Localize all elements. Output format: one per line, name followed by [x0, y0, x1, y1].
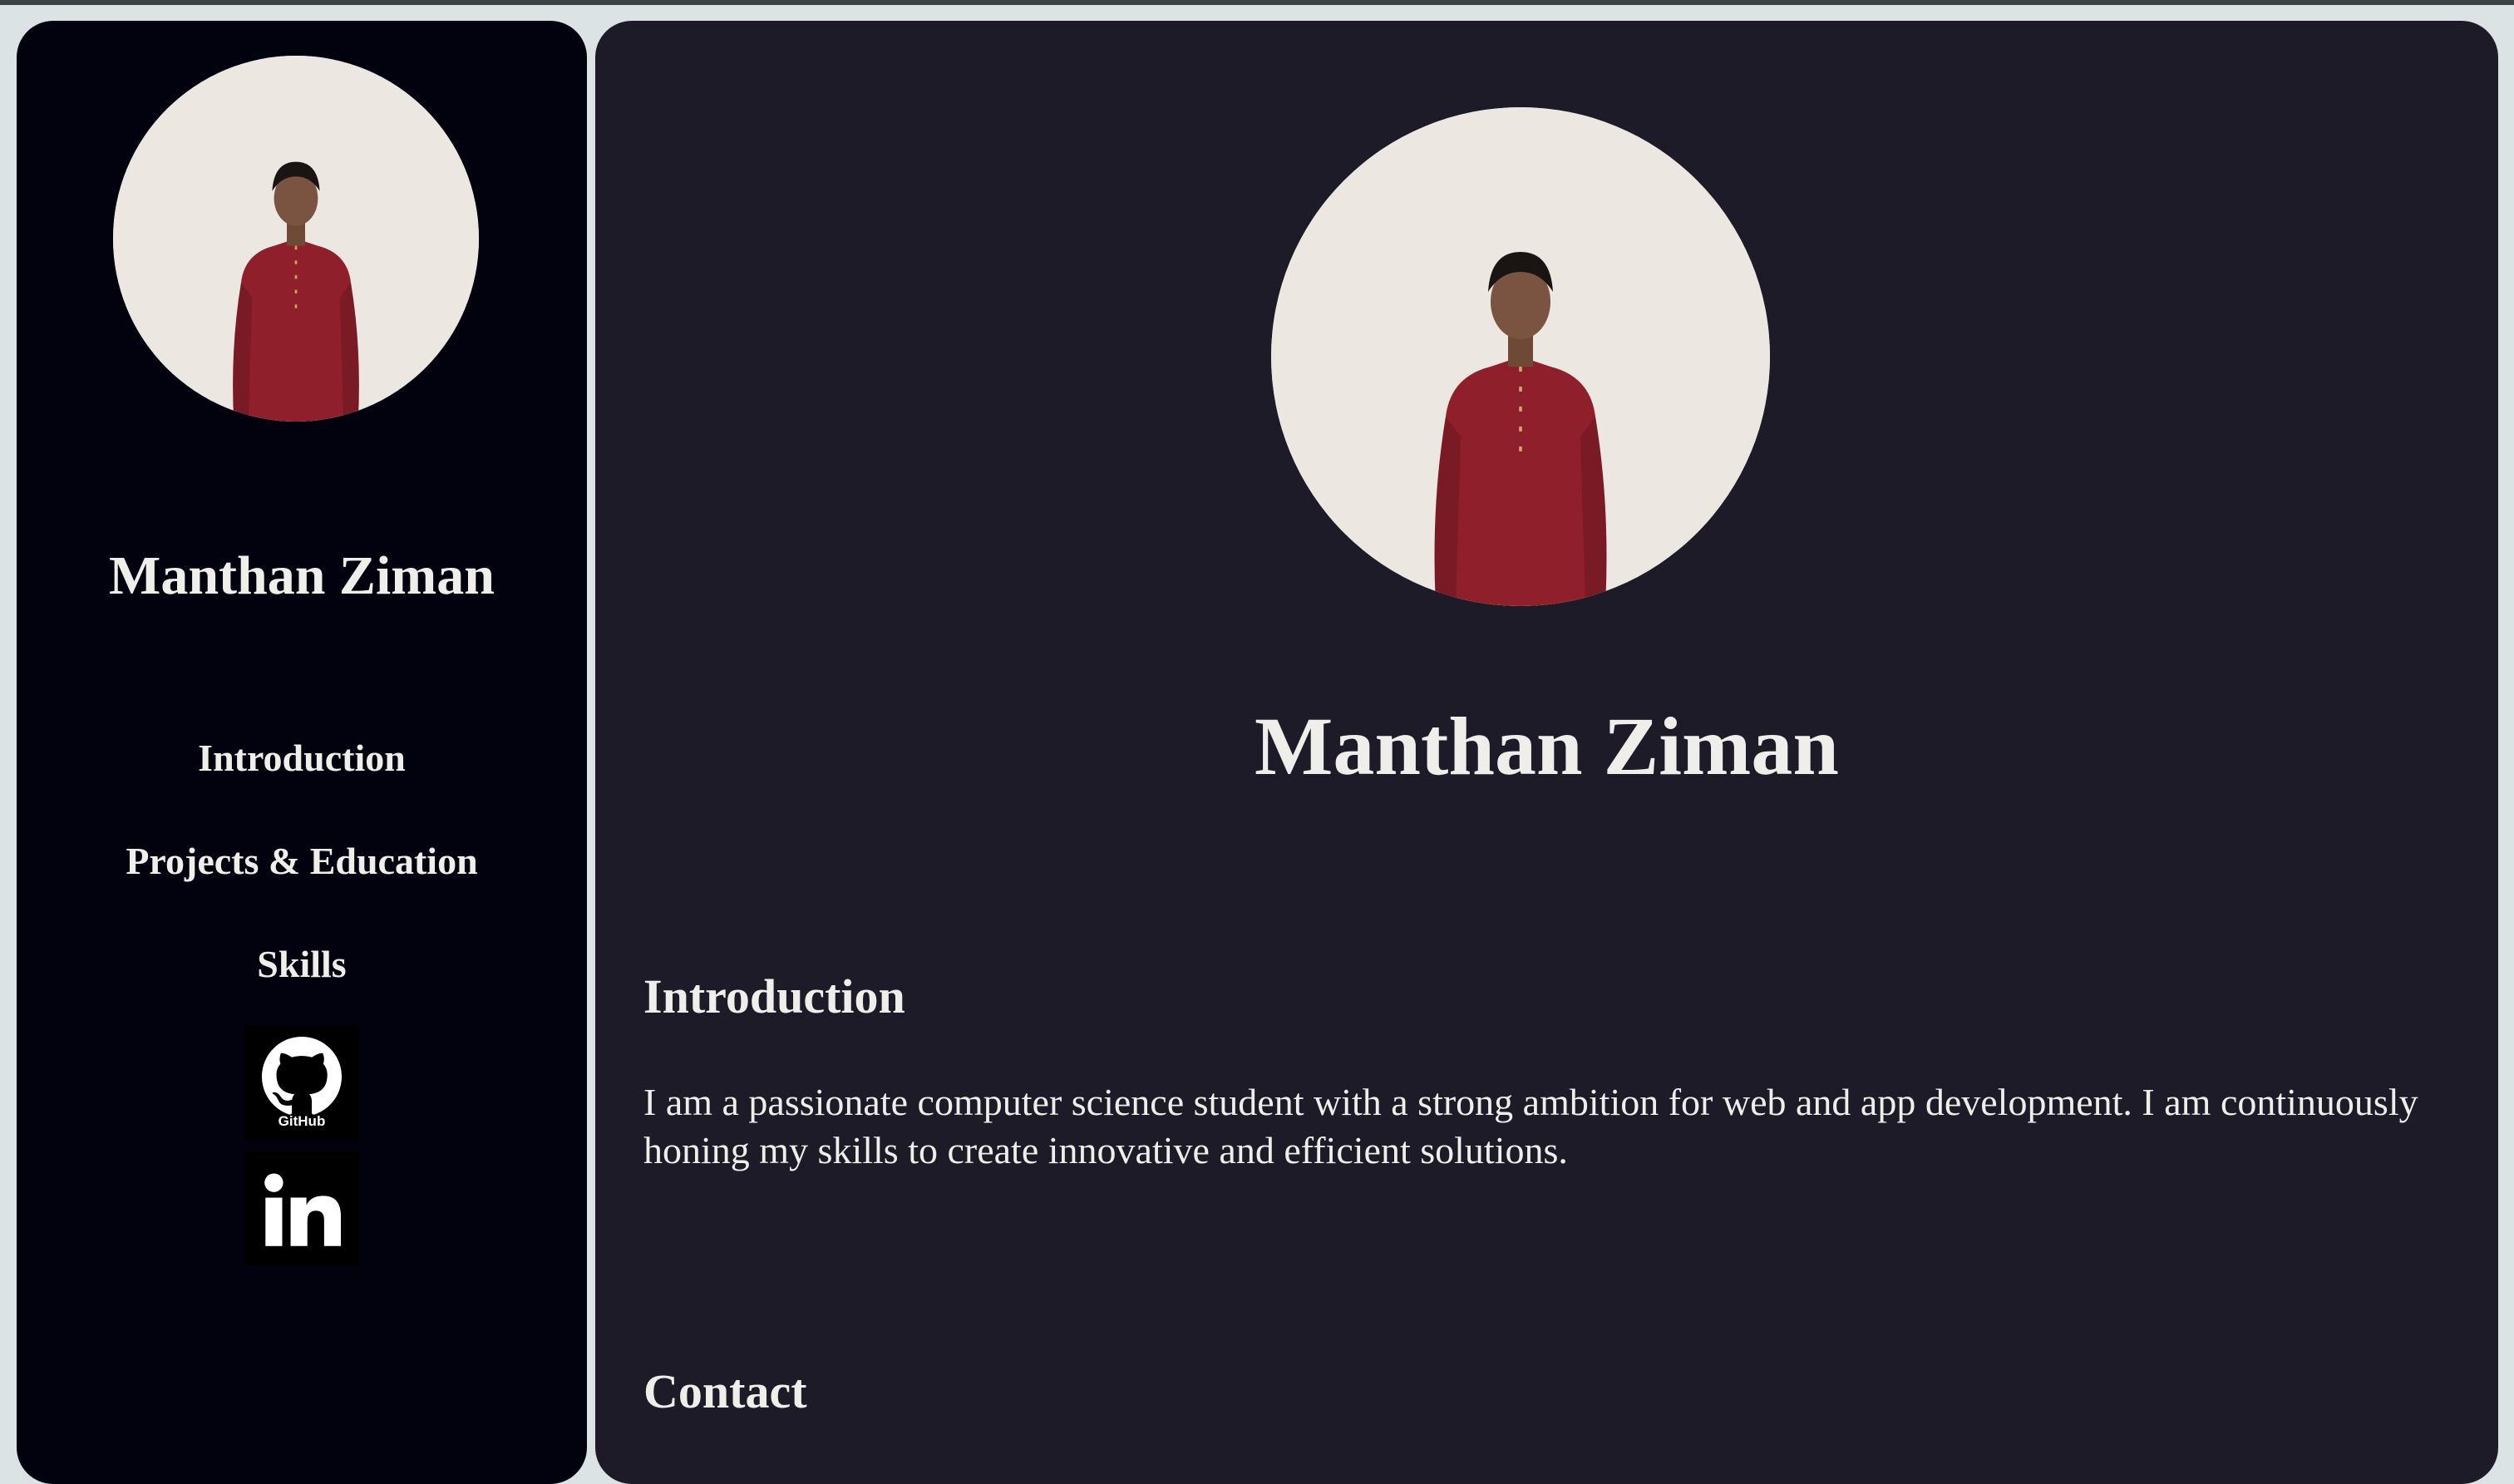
page-title: Manthan Ziman: [1255, 700, 1839, 792]
window-top-border: [0, 0, 2514, 5]
contact-heading: Contact: [643, 1364, 807, 1418]
github-link[interactable]: GitHub: [244, 1026, 359, 1141]
sidebar-profile-photo: [113, 56, 479, 422]
introduction-heading: Introduction: [643, 969, 905, 1023]
main-content: Manthan Ziman Introduction I am a passio…: [595, 21, 2498, 1484]
nav-link-projects-education[interactable]: Projects & Education: [17, 836, 587, 939]
github-icon: [262, 1037, 342, 1115]
sidebar: Manthan Ziman Introduction Projects & Ed…: [17, 21, 587, 1484]
nav-link-introduction[interactable]: Introduction: [17, 732, 587, 836]
sidebar-name: Manthan Ziman: [109, 545, 495, 606]
sidebar-nav: Introduction Projects & Education Skills: [17, 732, 587, 1042]
introduction-text: I am a passionate computer science stude…: [643, 1081, 2418, 1171]
linkedin-link[interactable]: [244, 1151, 359, 1266]
main-profile-photo: [1271, 107, 1770, 606]
linkedin-icon: [264, 1173, 342, 1246]
github-caption: GitHub: [278, 1113, 326, 1129]
